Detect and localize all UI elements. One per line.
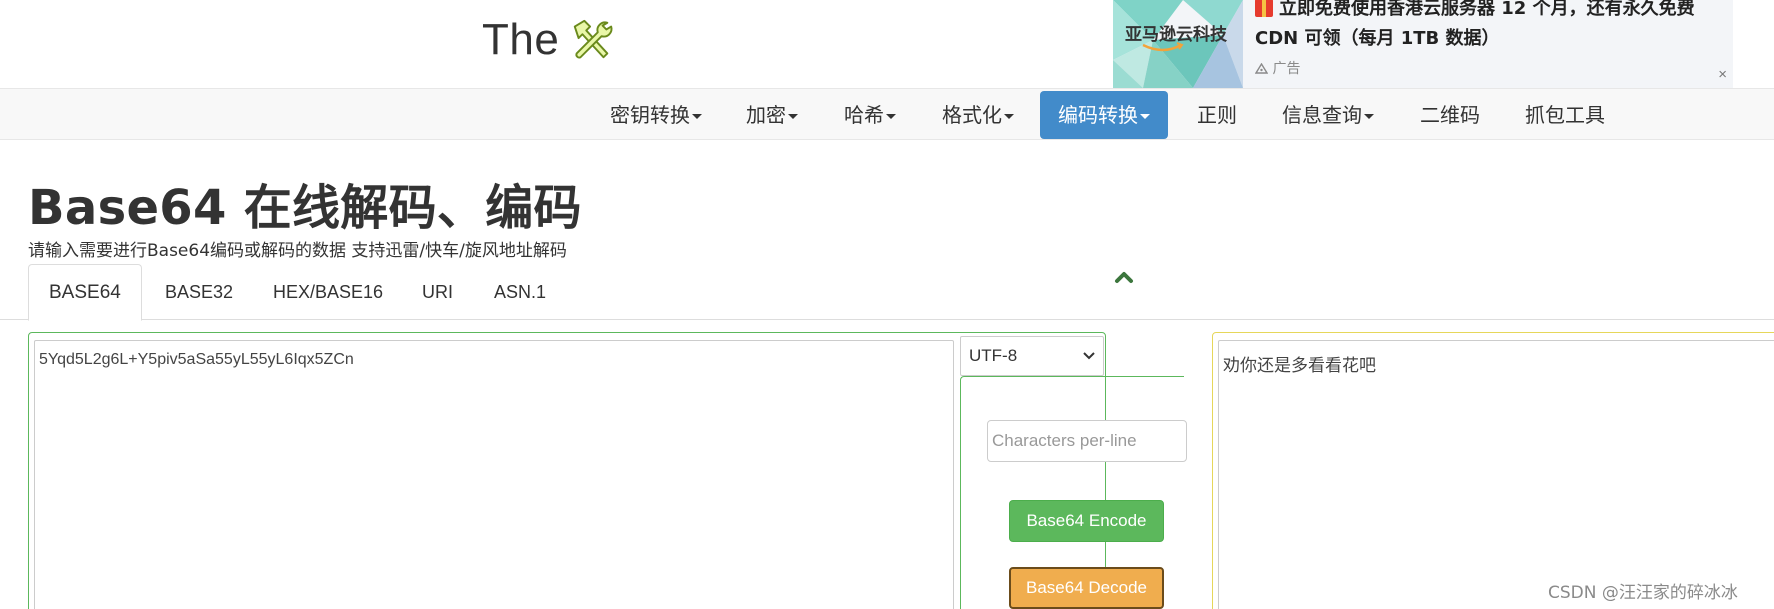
caret-down-icon: [1140, 114, 1150, 119]
base64-encode-button[interactable]: Base64 Encode: [1009, 500, 1164, 542]
tab-base64[interactable]: BASE64: [28, 264, 142, 321]
page-title: Base64 在线解码、编码: [28, 180, 582, 236]
caret-down-icon: [886, 114, 896, 119]
nav-item-key-conversion[interactable]: 密钥转换: [610, 91, 702, 139]
tools-icon: [574, 19, 613, 59]
ad-headline-text: 立即免费使用香港云服务器 12 个月，还有永久免费 CDN 可领（每月 1TB …: [1255, 0, 1695, 49]
ad-close-icon[interactable]: ×: [1718, 66, 1727, 83]
nav-label: 正则: [1197, 103, 1237, 127]
caret-down-icon: [1364, 114, 1374, 119]
decoded-output[interactable]: 劝你还是多看看花吧: [1218, 340, 1774, 609]
advertisement[interactable]: 亚马逊云科技 立即免费使用香港云服务器 12 个月，还有永久免费 CDN 可领（…: [1113, 0, 1733, 88]
base64-input[interactable]: 5Yqd5L2g6L+Y5piv5aSa55yL55yL6Iqx5ZCn: [34, 340, 954, 609]
base64-decode-button[interactable]: Base64 Decode: [1009, 567, 1164, 609]
nav-label: 抓包工具: [1525, 103, 1605, 127]
nav-item-encoding[interactable]: 编码转换: [1040, 91, 1168, 139]
chevron-up-icon[interactable]: [1114, 270, 1134, 284]
charset-select[interactable]: UTF-8: [960, 336, 1104, 376]
main-navbar: 密钥转换 加密 哈希 格式化 编码转换 正则 信息查询 二维码 抓包工具: [0, 88, 1774, 140]
caret-down-icon: [1004, 114, 1014, 119]
chevron-down-icon: [1083, 352, 1095, 360]
nav-label: 格式化: [942, 103, 1002, 127]
nav-label: 信息查询: [1282, 103, 1362, 127]
nav-label: 二维码: [1420, 103, 1480, 127]
nav-item-regex[interactable]: 正则: [1197, 91, 1237, 139]
ad-image[interactable]: 亚马逊云科技: [1113, 0, 1243, 88]
ad-triangle-icon: [1254, 62, 1269, 74]
ad-headline[interactable]: 立即免费使用香港云服务器 12 个月，还有永久免费 CDN 可领（每月 1TB …: [1255, 0, 1715, 54]
amazon-smile-icon: [1142, 42, 1184, 52]
page-description: 请输入需要进行Base64编码或解码的数据 支持迅雷/快车/旋风地址解码: [28, 241, 567, 261]
nav-item-qrcode[interactable]: 二维码: [1420, 91, 1480, 139]
nav-label: 密钥转换: [610, 103, 690, 127]
nav-item-packet-capture[interactable]: 抓包工具: [1525, 91, 1605, 139]
nav-item-encryption[interactable]: 加密: [746, 91, 798, 139]
top-header: The 亚马逊云科技 立即免费使用香港云服务器 12 个月，还有永久免费 CDN…: [0, 0, 1774, 88]
csdn-watermark: CSDN @汪汪家的碎冰冰: [1548, 583, 1738, 603]
tab-asn1[interactable]: ASN.1: [494, 264, 546, 320]
site-logo[interactable]: The: [482, 12, 615, 68]
chars-per-line-input[interactable]: Characters per-line: [987, 420, 1187, 462]
nav-item-format[interactable]: 格式化: [942, 91, 1014, 139]
ad-label-text: 广告: [1272, 61, 1301, 77]
tab-uri[interactable]: URI: [422, 264, 453, 320]
nav-label: 哈希: [844, 103, 884, 127]
caret-down-icon: [788, 114, 798, 119]
charset-selected: UTF-8: [969, 346, 1018, 365]
caret-down-icon: [692, 114, 702, 119]
logo-text: The: [482, 15, 560, 64]
nav-label: 加密: [746, 103, 786, 127]
encoding-tabs: BASE64 BASE32 HEX/BASE16 URI ASN.1: [0, 264, 1774, 321]
tab-hex-base16[interactable]: HEX/BASE16: [273, 264, 383, 320]
ad-label: 广告: [1254, 58, 1301, 78]
nav-item-info-lookup[interactable]: 信息查询: [1282, 91, 1374, 139]
gift-icon: [1255, 0, 1273, 17]
nav-item-hash[interactable]: 哈希: [844, 91, 896, 139]
tab-base32[interactable]: BASE32: [165, 264, 233, 320]
nav-label: 编码转换: [1058, 103, 1138, 127]
